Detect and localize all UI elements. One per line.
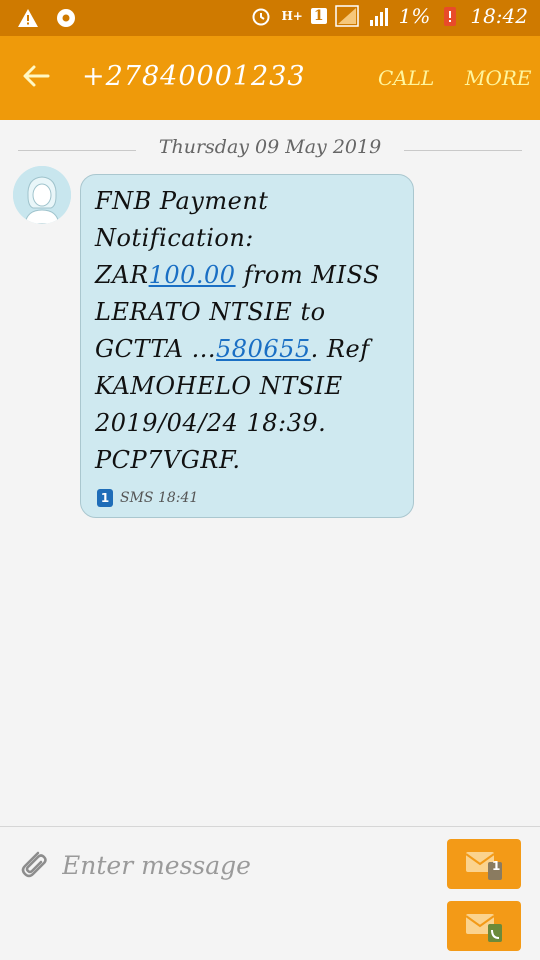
amount-link[interactable]: 100.00 <box>149 261 236 289</box>
message-line: Notification: <box>95 224 254 252</box>
divider-line-right <box>404 150 522 151</box>
alarm-icon <box>249 4 273 28</box>
sender-text: from MISS <box>235 261 380 289</box>
contact-number-title: +27840001233 <box>82 61 306 92</box>
paperclip-icon <box>21 851 47 878</box>
app-bar: +27840001233 CALL MORE <box>0 36 540 120</box>
sim1-label: 1 <box>492 859 501 873</box>
sim-badge: 1 <box>97 489 113 507</box>
composer-bar: 1 <box>0 826 540 960</box>
signal-icon <box>334 4 359 28</box>
divider-line-left <box>18 150 136 151</box>
network-type-label: H+ <box>281 9 303 23</box>
battery-icon <box>438 4 462 28</box>
person-icon <box>13 166 71 224</box>
message-line: ZAR100.00 from MISS <box>95 261 380 289</box>
send-sim1-button[interactable]: 1 <box>447 839 521 889</box>
conversation-date: Thursday 09 May 2019 <box>158 136 382 158</box>
message-line: PCP7VGRF. <box>95 446 241 474</box>
back-button[interactable] <box>18 60 54 96</box>
message-line: LERATO NTSIE to <box>95 298 326 326</box>
arrow-left-icon <box>22 64 50 92</box>
status-bar: H+ 1 1% 18:42 <box>0 0 540 36</box>
battery-percent: 1% <box>398 4 431 28</box>
message-bubble[interactable]: FNB Payment Notification: ZAR100.00 from… <box>80 174 414 518</box>
signal-bars-icon <box>367 4 391 28</box>
attach-button[interactable] <box>16 845 50 879</box>
recipient-text: GCTTA ... <box>95 335 217 363</box>
status-time: 18:42 <box>470 4 528 28</box>
date-divider: Thursday 09 May 2019 <box>18 136 522 162</box>
ref-text: . Ref <box>310 335 370 363</box>
more-button[interactable]: MORE <box>465 66 532 90</box>
message-timestamp: SMS 18:41 <box>120 490 199 506</box>
message-input[interactable] <box>62 845 422 885</box>
currency-text: ZAR <box>95 261 149 289</box>
message-meta: 1 SMS 18:41 <box>97 489 198 507</box>
message-line: 2019/04/24 18:39. <box>95 409 327 437</box>
warning-icon <box>16 6 40 30</box>
sim-indicator: 1 <box>310 8 327 24</box>
send-call-icon <box>465 914 502 942</box>
message-line: KAMOHELO NTSIE <box>95 372 343 400</box>
message-line: FNB Payment <box>95 187 269 215</box>
send-sim2-button[interactable] <box>447 901 521 951</box>
message-line: GCTTA ...580655. Ref <box>95 335 370 363</box>
contact-avatar[interactable] <box>13 166 71 224</box>
account-link[interactable]: 580655 <box>216 335 311 363</box>
call-button[interactable]: CALL <box>378 66 434 90</box>
settings-icon <box>54 6 78 30</box>
